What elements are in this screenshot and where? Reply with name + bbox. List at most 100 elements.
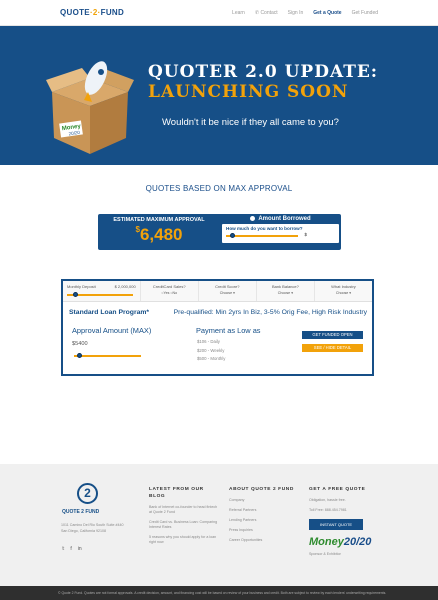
borrow-input-box: How much do you want to borrow? $ [222,224,339,244]
borrow-question: How much do you want to borrow? [226,226,303,232]
filter-credit-score: Credit Score? Choose ▾ [199,281,257,301]
clock-icon [250,216,256,221]
about-link[interactable]: Company [229,498,299,503]
logo-text: QUOTE [60,8,90,17]
nav-contact[interactable]: ✆ Contact [255,10,278,16]
approval-slider-track [74,355,141,357]
hide-detail-button[interactable]: SEE / HIDE DETAIL [302,344,363,352]
estimate-max-approval: ESTIMATED MAXIMUM APPROVAL $6,480 [98,214,220,250]
estimate-card: ESTIMATED MAXIMUM APPROVAL $6,480 Amount… [98,214,341,250]
approval-slider[interactable] [74,353,141,358]
filter-industry: What Industry Choose ▾ [315,281,372,301]
estimate-value: 6,480 [139,225,183,244]
approval-value: $5400 [72,341,88,347]
select-value: Choose [219,291,233,295]
plan-details: Approval Amount (MAX) $5400 Payment as L… [63,316,372,376]
payment-monthly: $500 - Monthly [197,356,226,361]
chevron-down-icon: ▾ [349,291,352,295]
footer-blog-column: LATEST FROM OUR BLOG Bank of Internet co… [149,486,219,545]
instant-quote-button[interactable]: INSTANT QUOTE [309,519,364,530]
chevron-down-icon: ▾ [291,291,293,295]
nav-contact-label: Contact [260,9,278,16]
radio-yes-label: Yes [163,291,170,295]
payment-daily: $106 - Daily [197,339,220,344]
money-2020: 20/20 [343,536,372,548]
quotes-heading: QUOTES BASED ON MAX APPROVAL [145,184,293,193]
hero-title-line1: QUOTER 2.0 UPDATE: [148,62,379,82]
about-link[interactable]: Career Opportunities [229,538,299,543]
payment-list: $106 - Daily $200 - Weekly $500 - Monthl… [197,338,225,364]
about-link[interactable]: Lending Partners [229,518,299,523]
linkedin-icon[interactable]: in [78,546,82,552]
filter-bar: Monthly Deposit $ 2,000,000 CreditCard S… [63,281,372,302]
nav-menu: Learn ✆ Contact Sign In Get a Quote Get … [232,10,378,16]
borrow-slider-handle[interactable] [229,233,235,239]
industry-select[interactable]: Choose ▾ [336,291,351,295]
loan-program-panel: Monthly Deposit $ 2,000,000 CreditCard S… [61,279,374,376]
amount-borrowed-section: Amount Borrowed How much do you want to … [220,214,341,250]
credit-score-select[interactable]: Choose ▾ [220,291,235,295]
estimate-label: ESTIMATED MAXIMUM APPROVAL [113,217,205,223]
about-link[interactable]: Referral Partners [229,508,299,513]
prequal-text: Pre-qualified: Min 2yrs In Biz, 3-5% Ori… [173,309,367,316]
nav-get-funded[interactable]: Get Funded [352,10,378,16]
approval-label: Approval Amount (MAX) [72,326,152,335]
creditcard-radio-group: ○Yes ○No [145,291,194,295]
logo-text-fund: FUND [100,8,125,17]
logo[interactable]: QUOTE·2·FUND [60,8,124,17]
blog-link[interactable]: Credit Card vs. Business Loan: Comparing… [149,520,219,530]
filter-bank-balance: Bank Balance? Choose ▾ [257,281,315,301]
payment-weekly: $200 - Weekly [197,347,225,353]
social-links: 𝕥 f in [62,546,82,552]
chevron-down-icon: ▾ [233,291,235,295]
nav-learn[interactable]: Learn [232,10,245,16]
get-funded-button[interactable]: GET FUNDED OPEN [302,331,363,339]
money2020-logo: Money20/20 [309,536,379,548]
hero-tagline: Wouldn't it be nice if they all came to … [162,117,339,128]
blog-title: LATEST FROM OUR BLOG [149,487,204,499]
sponsor-text: Sponsor & Exhibitor [309,552,341,556]
payment-label: Payment as Low as [196,326,261,335]
facebook-icon[interactable]: f [70,546,71,552]
filter-label: Monthly Deposit [67,284,96,289]
footer-logo-mark: 2 [77,483,98,504]
hero-title-line2: LAUNCHING SOON [148,82,349,102]
footer-about-column: ABOUT QUOTE 2 FUND Company Referral Part… [229,486,299,543]
twitter-icon[interactable]: 𝕥 [62,546,64,552]
approval-slider-handle[interactable] [77,353,83,358]
filter-value: $ 2,000,000 [114,284,136,289]
footer: 2 QUOTE 2 FUND 1011 Camino Del Rio South… [0,464,438,586]
amount-borrowed-header: Amount Borrowed [222,216,339,222]
quote-title: GET A FREE QUOTE [309,487,366,492]
bank-balance-select[interactable]: Choose ▾ [278,291,293,295]
blog-link[interactable]: Bank of Internet co-founder to head fint… [149,505,219,515]
blog-link[interactable]: 5 reasons why you should apply for a loa… [149,535,219,545]
legal-bar: © Quote 2 Fund. Quotes are not formal ap… [0,586,438,600]
deposit-slider[interactable] [67,292,136,297]
filter-label: CreditCard Sales? [152,284,186,289]
filter-label: Credit Score? [215,284,240,289]
borrow-slider-track [226,235,298,238]
footer-quote-column: GET A FREE QUOTE Obligation, hassle free… [309,486,379,557]
footer-address: 1011 Camino Del Rio South Suite #440 San… [61,522,151,534]
hero-title: QUOTER 2.0 UPDATE: LAUNCHING SOON [148,62,378,102]
filter-creditcard-sales: CreditCard Sales? ○Yes ○No [141,281,199,301]
footer-logo-name: QUOTE 2 FUND [62,509,100,515]
filter-label: What Industry [331,284,356,289]
nav-sign-in[interactable]: Sign In [288,10,304,16]
about-title: ABOUT QUOTE 2 FUND [229,487,294,492]
nav-get-quote[interactable]: Get a Quote [313,10,341,16]
filter-monthly-deposit: Monthly Deposit $ 2,000,000 [63,281,141,301]
money-word: Money [309,536,344,548]
toll-free-phone[interactable]: Toll Free: 888.454.7981 [309,508,379,513]
radio-no-label: No [172,291,178,295]
box-rocket-illustration: Money 20/20 [46,61,134,154]
select-value: Choose [277,291,291,295]
filter-label: Bank Balance? [271,284,299,289]
deposit-slider-handle[interactable] [73,292,78,297]
about-link[interactable]: Press Inquiries [229,528,299,533]
borrow-slider[interactable]: $ [226,232,335,239]
hero-banner: Money 20/20 QUOTER 2.0 UPDATE: LAUNCHING… [0,26,438,165]
amount-borrowed-label: Amount Borrowed [258,216,311,223]
address-line2: San Diego, California 92108 [61,529,106,533]
